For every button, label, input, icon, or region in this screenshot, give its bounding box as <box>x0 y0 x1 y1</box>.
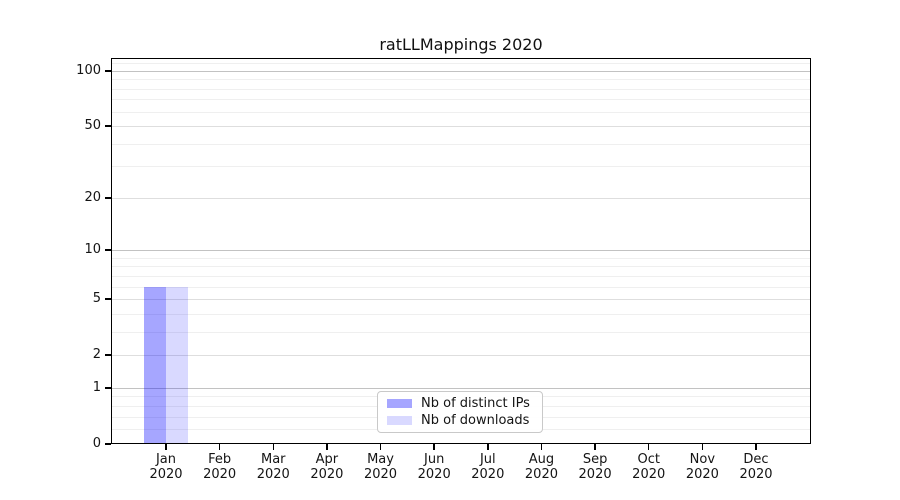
legend-item-distinct-ips: Nb of distinct IPs <box>387 396 533 411</box>
y-tick-label: 20 <box>84 189 101 205</box>
bar-downloads <box>166 286 188 444</box>
x-tick-mark <box>701 444 704 450</box>
x-tick-mark <box>487 444 489 450</box>
gridline-minor <box>111 63 811 65</box>
gridline-major <box>111 197 811 199</box>
y-tick-label: 1 <box>92 379 101 395</box>
y-tick-label: 100 <box>76 62 101 78</box>
gridline-minor <box>111 257 811 259</box>
gridline-minor <box>111 143 811 145</box>
x-tick-mark <box>218 444 221 450</box>
y-tick-label: 50 <box>84 118 101 134</box>
x-tick-mark <box>755 444 757 450</box>
bar-distinct-ips <box>144 286 166 444</box>
legend-swatch-distinct-ips <box>387 399 412 409</box>
x-tick-mark <box>647 444 650 450</box>
figure: ratLLMappings 2020 Nb of distinct IPs Nb… <box>0 0 900 500</box>
y-tick-mark <box>105 443 111 445</box>
legend-label: Nb of downloads <box>421 412 530 428</box>
gridline-major <box>111 250 811 252</box>
legend-item-downloads: Nb of downloads <box>387 413 533 428</box>
gridline-minor <box>111 313 811 315</box>
gridline-major <box>111 299 811 301</box>
x-tick-mark <box>379 444 382 450</box>
gridline-minor <box>111 331 811 333</box>
y-tick-label: 5 <box>92 291 101 307</box>
x-tick-mark <box>326 444 328 450</box>
y-tick-label: 2 <box>92 347 101 363</box>
gridline-major <box>111 387 811 389</box>
gridline-major <box>111 355 811 357</box>
gridline-minor <box>111 275 811 277</box>
gridline-minor <box>111 266 811 268</box>
x-tick-mark <box>433 444 435 450</box>
gridline-minor <box>111 286 811 288</box>
x-tick-label-line: 2020 <box>739 467 773 482</box>
gridline-major <box>111 70 811 72</box>
gridline-minor <box>111 88 811 90</box>
legend: Nb of distinct IPs Nb of downloads <box>377 391 543 433</box>
plot-area <box>111 58 811 444</box>
x-tick-label-line: Dec <box>743 452 769 467</box>
gridline-minor <box>111 111 811 113</box>
x-tick-mark <box>540 444 543 450</box>
gridline-major <box>111 126 811 128</box>
legend-label: Nb of distinct IPs <box>421 396 530 412</box>
x-tick-mark <box>272 444 275 450</box>
gridline-minor <box>111 166 811 168</box>
legend-swatch-downloads <box>387 415 412 425</box>
x-tick-label: Dec 2020 <box>716 452 796 482</box>
gridline-minor <box>111 79 811 81</box>
x-tick-mark <box>165 444 167 450</box>
gridline-minor <box>111 99 811 101</box>
y-tick-label: 10 <box>84 242 101 258</box>
x-tick-mark <box>594 444 596 450</box>
y-tick-label: 0 <box>92 436 101 451</box>
chart-title: ratLLMappings 2020 <box>379 35 543 54</box>
